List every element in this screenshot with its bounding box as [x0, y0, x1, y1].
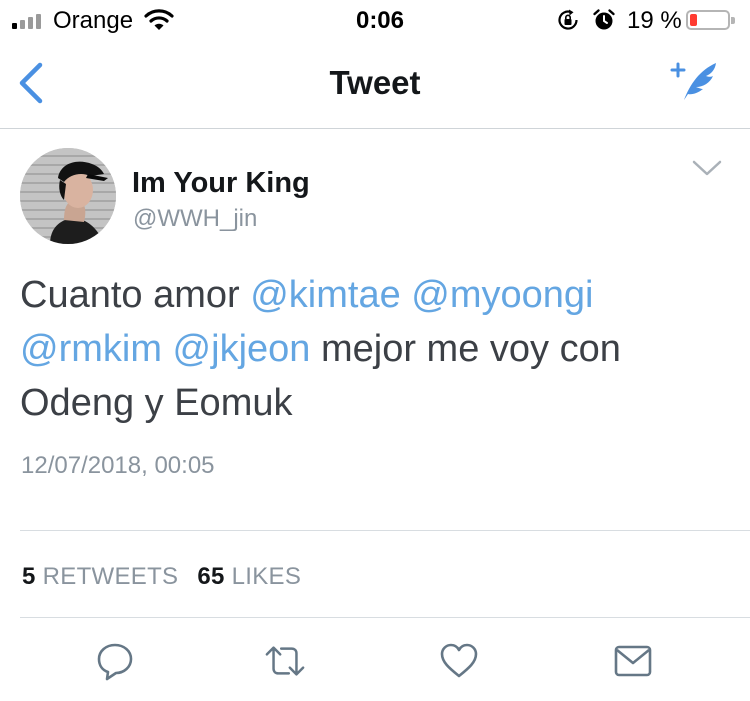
tweet-text: Cuanto amor @kimtae @myoongi @rmkim @jkj… [20, 268, 730, 430]
reply-button[interactable] [94, 640, 136, 682]
divider [20, 530, 750, 531]
signal-icon [12, 13, 48, 29]
battery-icon [686, 10, 735, 30]
share-icon [614, 645, 652, 677]
battery-percent: 19 % [627, 7, 682, 34]
tweet-text-segment [162, 328, 173, 370]
more-options-button[interactable] [690, 158, 724, 178]
share-button[interactable] [612, 640, 654, 682]
mention-link[interactable]: @jkjeon [173, 328, 311, 370]
retweet-icon [265, 646, 305, 676]
tweet-text-segment: Cuanto amor [20, 274, 251, 316]
divider [20, 617, 750, 618]
tweet-timestamp: 12/07/2018, 00:05 [21, 452, 215, 479]
avatar[interactable] [20, 148, 116, 244]
compose-tweet-icon [670, 62, 716, 100]
tweet-text-segment [401, 274, 412, 316]
like-icon [440, 643, 478, 678]
rotation-lock-icon [556, 8, 580, 32]
alarm-icon [592, 8, 616, 32]
mention-link[interactable]: @kimtae [250, 274, 401, 316]
user-handle[interactable]: @WWH_jin [133, 205, 257, 233]
tweet-stats: 5 RETWEETS 65 LIKES [22, 563, 313, 591]
retweet-button[interactable] [264, 640, 306, 682]
likes-count[interactable]: 65 [197, 563, 224, 590]
nav-bar: Tweet [0, 40, 750, 129]
page-title: Tweet [329, 64, 421, 101]
carrier-name: Orange [53, 7, 134, 34]
chevron-down-icon [692, 160, 722, 176]
compose-tweet-button[interactable] [668, 58, 722, 106]
display-name[interactable]: Im Your King [132, 167, 310, 200]
reply-icon [97, 643, 133, 681]
mention-link[interactable]: @rmkim [20, 328, 162, 370]
mention-link[interactable]: @myoongi [411, 274, 593, 316]
likes-label[interactable]: LIKES [232, 563, 302, 590]
retweets-label[interactable]: RETWEETS [43, 563, 179, 590]
wifi-icon [144, 9, 174, 31]
status-bar: Orange 0:06 19 % [0, 0, 750, 40]
battery-level [690, 14, 697, 26]
like-button[interactable] [438, 640, 480, 682]
clock: 0:06 [355, 7, 405, 34]
retweets-count[interactable]: 5 [22, 563, 36, 590]
